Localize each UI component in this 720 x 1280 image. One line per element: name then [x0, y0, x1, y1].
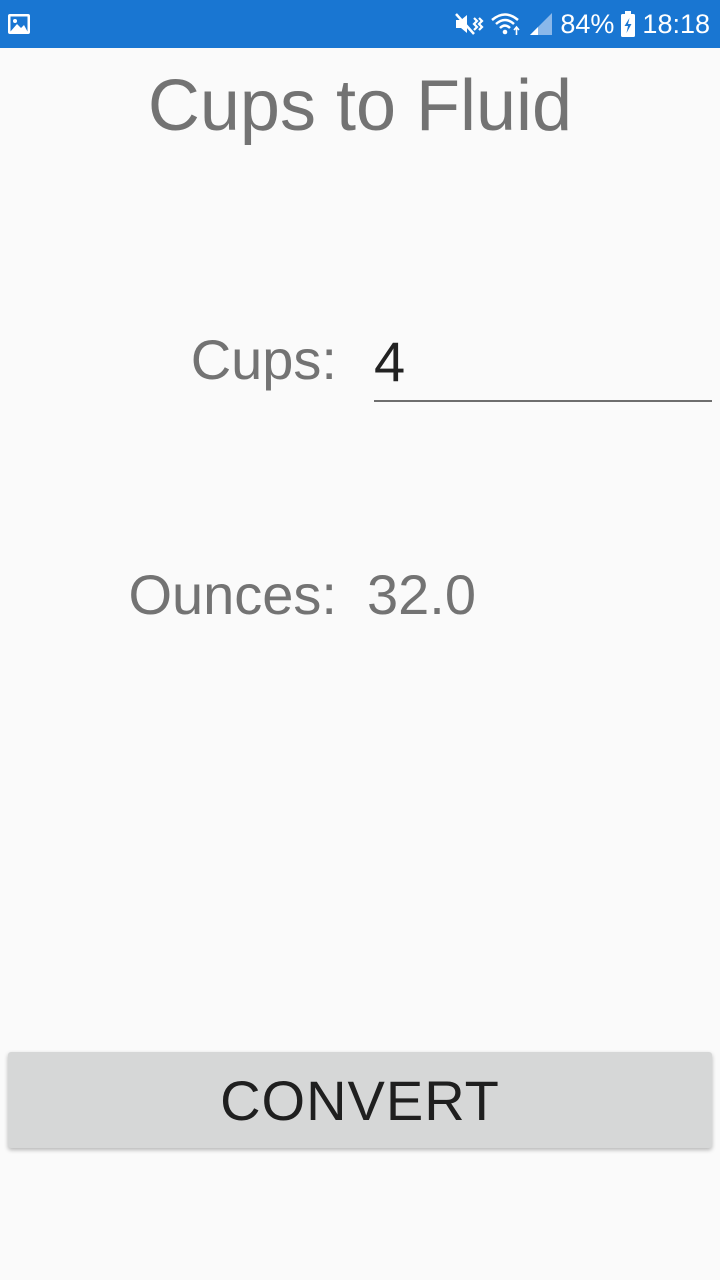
cups-input[interactable] [374, 322, 712, 402]
clock: 18:18 [642, 9, 710, 39]
convert-button[interactable]: CONVERT [8, 1052, 712, 1148]
signal-icon [528, 11, 554, 37]
ounces-label: Ounces: [128, 563, 337, 626]
battery-percent: 84% [560, 9, 615, 39]
ounces-value: 32.0 [367, 563, 476, 626]
status-bar: 84% 18:18 [0, 0, 720, 48]
wifi-icon [490, 11, 522, 37]
status-indicators: 84% 18:18 [454, 0, 710, 48]
mute-vibrate-icon [454, 10, 484, 38]
image-notification-icon [7, 12, 31, 36]
page-title: Cups to Fluid [147, 66, 573, 146]
battery-charging-icon [620, 10, 636, 38]
cups-label: Cups: [190, 328, 337, 391]
